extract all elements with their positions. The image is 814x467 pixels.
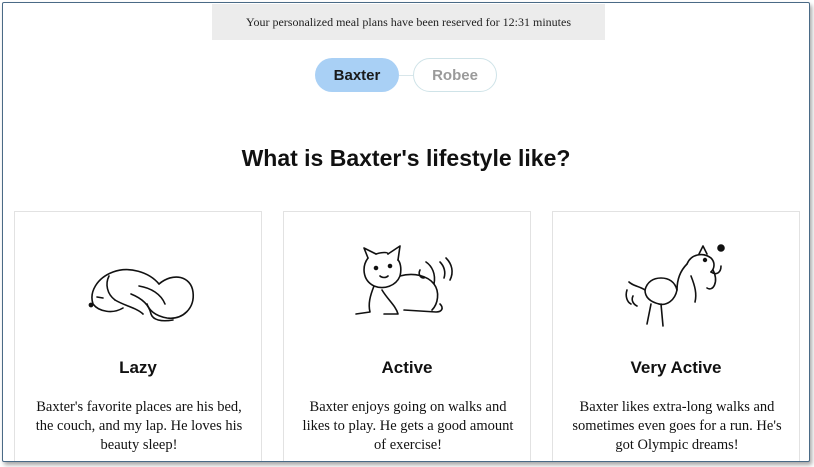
reservation-banner-text: Your personalized meal plans have been r… bbox=[245, 14, 572, 29]
jumping-dog-icon bbox=[625, 244, 725, 327]
lifestyle-option-description: Baxter enjoys going on walks and likes t… bbox=[302, 399, 514, 453]
pet-tab-baxter[interactable]: Baxter bbox=[315, 58, 399, 92]
lifestyle-option-title: Lazy bbox=[119, 358, 157, 377]
pet-tab-robee[interactable]: Robee bbox=[413, 58, 497, 92]
pet-tab-connector bbox=[399, 74, 413, 76]
lifestyle-option-very-active[interactable]: Very Active Baxter likes extra-long walk… bbox=[552, 211, 800, 461]
lifestyle-option-lazy[interactable]: Lazy Baxter's favorite places are his be… bbox=[14, 211, 262, 461]
lifestyle-option-active[interactable]: Active Baxter enjoys going on walks and … bbox=[283, 211, 531, 461]
reservation-banner: Your personalized meal plans have been r… bbox=[212, 4, 605, 40]
lifestyle-option-description: Baxter's favorite places are his bed, th… bbox=[35, 399, 243, 453]
playful-dog-icon bbox=[355, 245, 453, 315]
app-window: Your personalized meal plans have been r… bbox=[2, 2, 810, 462]
lifestyle-option-title: Very Active bbox=[630, 358, 722, 377]
sleeping-dog-icon bbox=[88, 268, 194, 322]
lifestyle-option-title: Active bbox=[381, 358, 433, 377]
lifestyle-option-description: Baxter likes extra-long walks and someti… bbox=[572, 399, 782, 453]
pet-selector: Baxter Robee bbox=[3, 58, 809, 92]
page-title: What is Baxter's lifestyle like? bbox=[241, 145, 571, 171]
